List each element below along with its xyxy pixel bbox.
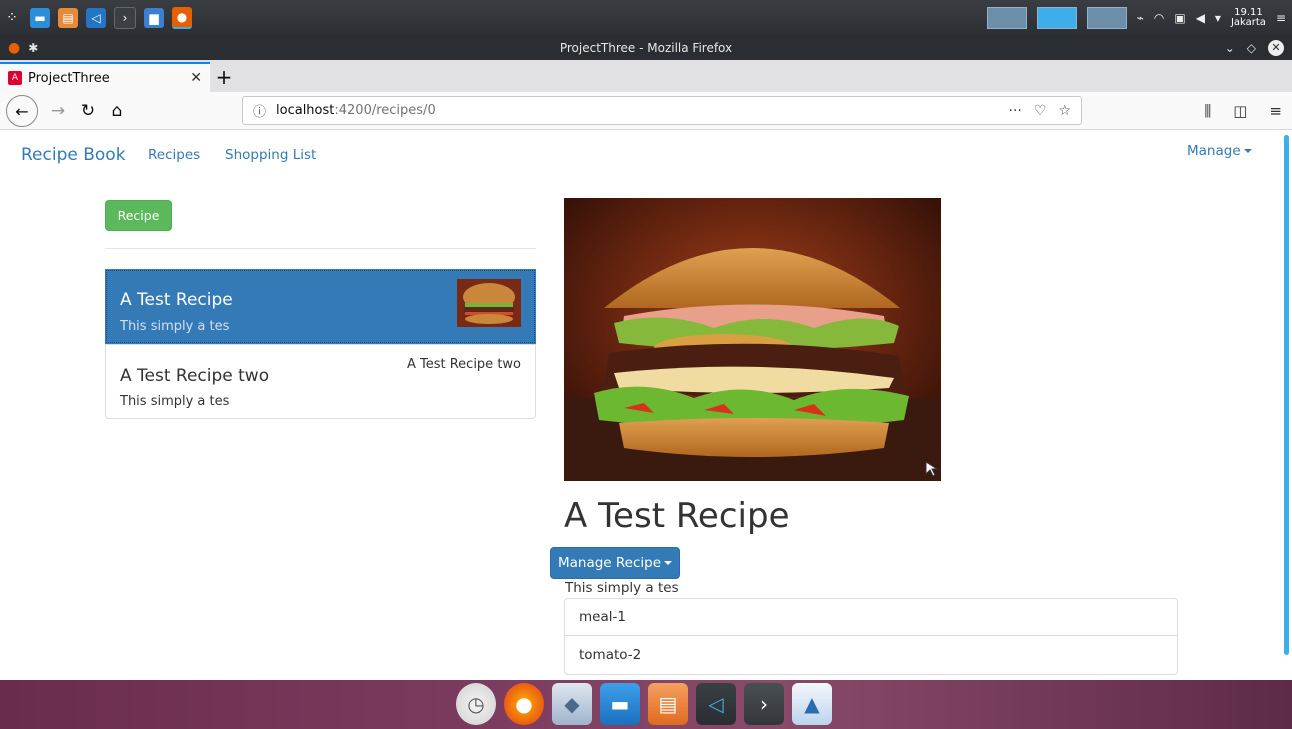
url-host: localhost <box>276 103 335 118</box>
vscode-dock-icon[interactable]: ◁ <box>696 683 736 725</box>
manage-dropdown[interactable]: Manage <box>1187 143 1252 159</box>
manage-recipe-label: Manage Recipe <box>557 555 662 571</box>
forward-button[interactable]: → <box>46 97 70 125</box>
tab-bar: A ProjectThree ✕ + <box>0 60 1292 92</box>
library-icon[interactable]: ⫼ <box>1204 102 1211 120</box>
recipe-thumbnail <box>457 279 521 327</box>
recipe-item-description: This simply a tes <box>120 319 230 334</box>
firefox-window-icon[interactable]: ● <box>8 40 20 56</box>
desktop-pager-3[interactable] <box>1086 6 1127 29</box>
nav-shopping-list-link[interactable]: Shopping List <box>225 147 316 163</box>
terminal-icon[interactable]: › <box>114 6 136 29</box>
clock[interactable]: 19.11 Jakarta <box>1230 6 1266 28</box>
recipe-thumbnail-alt-text: A Test Recipe two <box>406 357 521 372</box>
folder-icon[interactable]: ▬ <box>600 683 640 725</box>
url-path: :4200/recipes/0 <box>334 103 436 118</box>
back-button[interactable]: ← <box>6 95 38 127</box>
divider <box>105 248 536 249</box>
sidebar-toggle-icon[interactable]: ◫ <box>1233 102 1247 120</box>
tab-label: ProjectThree <box>28 70 110 86</box>
volume-icon[interactable]: ◀ <box>1196 11 1205 25</box>
panel-menu-icon[interactable]: ≡ <box>1276 11 1286 25</box>
clock-time: 19.11 <box>1234 6 1263 18</box>
caret-down-icon <box>664 561 673 565</box>
reload-button[interactable]: ↻ <box>76 97 100 125</box>
firefox-icon[interactable]: ● <box>172 6 192 29</box>
network-icon[interactable]: ⌁ <box>1137 11 1144 25</box>
new-recipe-button[interactable]: Recipe <box>105 200 172 231</box>
page-actions-icon[interactable]: ··· <box>1009 103 1022 119</box>
file-manager-icon[interactable]: ▬ <box>30 7 50 28</box>
manage-recipe-button[interactable]: Manage Recipe <box>550 547 680 579</box>
desktop-pager-2[interactable] <box>1036 6 1077 29</box>
wifi-icon[interactable]: ◠ <box>1154 11 1164 25</box>
page-scrollbar[interactable] <box>1284 135 1289 655</box>
app-launcher-icon[interactable]: ⁘ <box>2 8 22 28</box>
terminal-dock-icon[interactable]: › <box>744 683 784 725</box>
desktop-pager-1[interactable] <box>986 6 1027 29</box>
maximize-icon[interactable]: ◇ <box>1247 41 1256 55</box>
close-tab-icon[interactable]: ✕ <box>190 70 202 86</box>
nav-recipes-link[interactable]: Recipes <box>148 147 200 163</box>
virtualbox-icon[interactable]: ◆ <box>552 683 592 725</box>
clipboard-icon[interactable]: ▣ <box>1174 11 1185 25</box>
hamburger-menu-icon[interactable]: ≡ <box>1269 102 1282 120</box>
ingredient-item: meal-1 <box>564 598 1178 636</box>
new-tab-button[interactable]: + <box>210 62 238 92</box>
ingredient-item: tomato-2 <box>564 636 1178 675</box>
app-navbar: Recipe Book Recipes Shopping List Manage <box>0 130 1280 180</box>
presentation-icon[interactable]: ▤ <box>58 7 78 28</box>
vscode-icon[interactable]: ◁ <box>86 7 106 28</box>
recipe-list-item[interactable]: A Test Recipe two This simply a tes A Te… <box>105 344 536 419</box>
close-window-icon[interactable]: ✕ <box>1268 39 1284 56</box>
dock: ◷ ● ◆ ▬ ▤ ◁ › ▲ <box>0 680 1292 729</box>
recipe-item-description: This simply a tes <box>120 394 230 409</box>
impress-icon[interactable]: ▤ <box>648 683 688 725</box>
brand-link[interactable]: Recipe Book <box>21 145 126 165</box>
recipe-item-name: A Test Recipe two <box>120 366 270 386</box>
bookmark-star-icon[interactable]: ☆ <box>1058 103 1071 119</box>
home-button[interactable]: ⌂ <box>104 97 130 125</box>
minimize-icon[interactable]: ⌄ <box>1225 41 1235 55</box>
tab-projectthree[interactable]: A ProjectThree ✕ <box>0 62 210 92</box>
caret-down-icon <box>1243 149 1252 153</box>
clock-zone: Jakarta <box>1230 16 1266 28</box>
recipe-detail-description: This simply a tes <box>565 580 679 596</box>
browser-nav-bar: ← → ↻ ⌂ ⓘ localhost:4200/recipes/0 ··· ♡… <box>0 92 1292 130</box>
window-title-bar: ● ✱ ProjectThree - Mozilla Firefox ⌄ ◇ ✕ <box>0 35 1292 60</box>
pin-icon[interactable]: ✱ <box>28 41 38 55</box>
ingredient-list: meal-1 tomato-2 <box>564 598 1178 675</box>
system-panel: ⁘ ▬ ▤ ◁ › ▆ ● ⌁ ◠ ▣ ◀ ▾ 19.11 Jakarta ≡ <box>0 0 1292 35</box>
tray-expand-icon[interactable]: ▾ <box>1215 11 1221 25</box>
angular-favicon-icon: A <box>8 71 22 85</box>
page-viewport: Recipe Book Recipes Shopping List Manage… <box>0 130 1292 680</box>
recipe-detail-image <box>564 198 941 481</box>
image-viewer-icon[interactable]: ▲ <box>792 683 832 725</box>
url-bar[interactable]: ⓘ localhost:4200/recipes/0 ··· ♡ ☆ <box>242 96 1082 125</box>
recipe-list-item[interactable]: A Test Recipe This simply a tes <box>105 269 536 344</box>
recipe-item-name: A Test Recipe <box>120 290 233 310</box>
manage-dropdown-label: Manage <box>1187 143 1241 159</box>
recipe-detail-title: A Test Recipe <box>564 496 790 536</box>
pocket-icon[interactable]: ♡ <box>1034 103 1047 119</box>
site-info-icon[interactable]: ⓘ <box>253 101 266 120</box>
firefox-dock-icon[interactable]: ● <box>504 683 544 725</box>
document-icon[interactable]: ▆ <box>144 7 164 28</box>
window-title: ProjectThree - Mozilla Firefox <box>559 40 733 55</box>
clock-app-icon[interactable]: ◷ <box>456 683 496 725</box>
